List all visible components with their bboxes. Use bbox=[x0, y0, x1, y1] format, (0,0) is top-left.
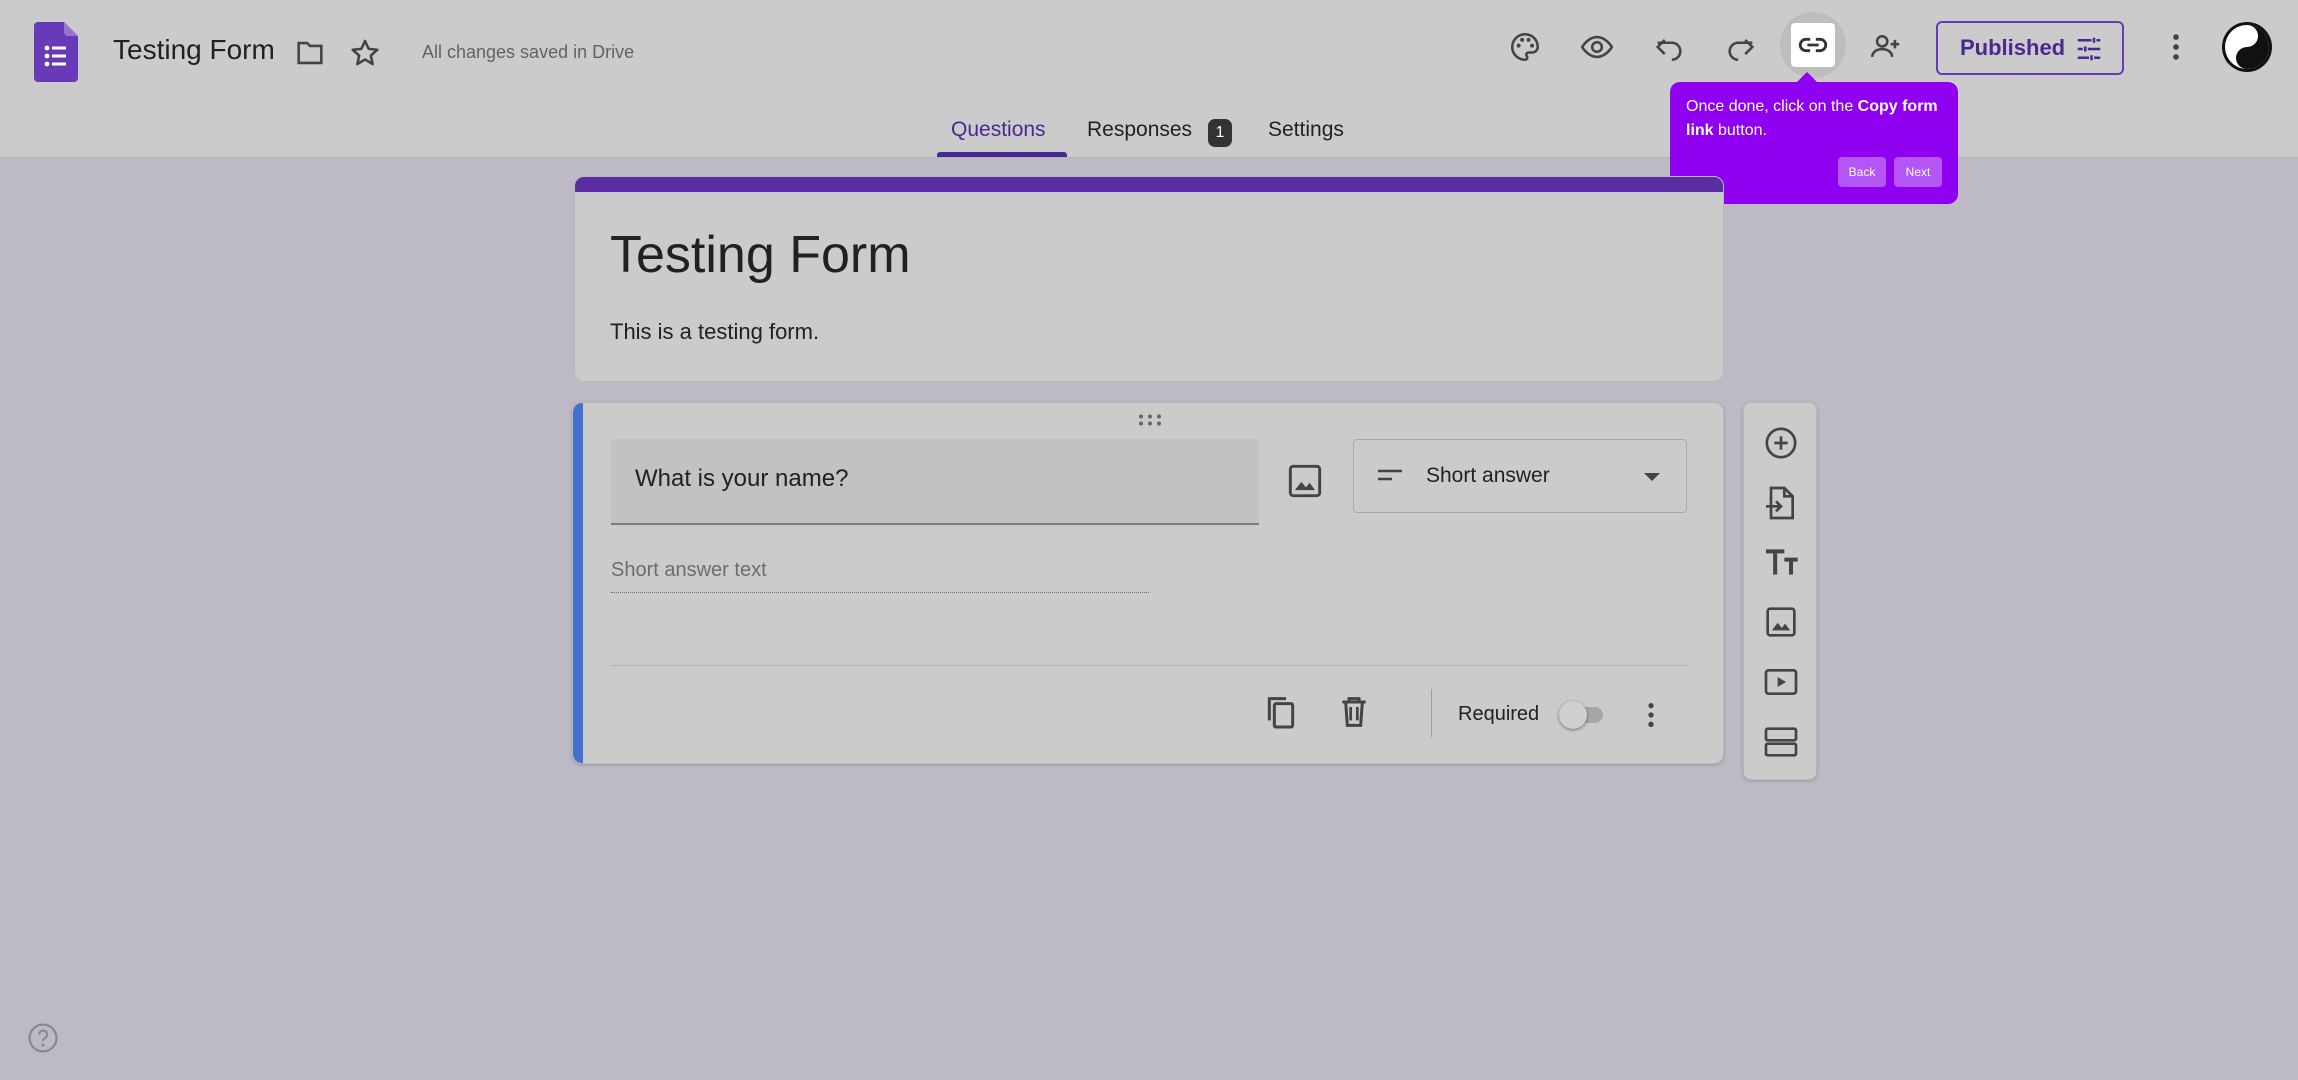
required-toggle-knob[interactable] bbox=[1559, 701, 1587, 729]
redo-icon[interactable] bbox=[1719, 25, 1763, 69]
preview-eye-icon[interactable] bbox=[1575, 25, 1619, 69]
published-button[interactable]: Published bbox=[1936, 21, 2124, 75]
form-accent-bar bbox=[575, 177, 1723, 192]
short-answer-icon bbox=[1376, 465, 1404, 487]
save-status: All changes saved in Drive bbox=[422, 42, 635, 62]
side-toolbar bbox=[1743, 402, 1817, 780]
star-icon[interactable] bbox=[343, 31, 387, 75]
add-title-icon[interactable] bbox=[1761, 543, 1801, 583]
footer-separator bbox=[1431, 689, 1432, 737]
form-title[interactable]: Testing Form bbox=[610, 225, 911, 285]
active-question-indicator bbox=[573, 403, 583, 763]
tooltip-back-button[interactable]: Back bbox=[1838, 157, 1886, 187]
active-tab-indicator bbox=[937, 152, 1067, 157]
add-image-icon[interactable] bbox=[1761, 602, 1801, 642]
answer-underline bbox=[611, 592, 1149, 593]
required-label: Required bbox=[1458, 703, 1540, 725]
tune-icon bbox=[2074, 34, 2104, 64]
question-footer-divider bbox=[611, 665, 1687, 666]
tab-responses[interactable]: Responses bbox=[1087, 118, 1192, 142]
duplicate-icon[interactable] bbox=[1261, 692, 1301, 732]
add-collaborator-icon[interactable] bbox=[1863, 25, 1907, 69]
palette-icon[interactable] bbox=[1503, 25, 1547, 69]
delete-icon[interactable] bbox=[1334, 692, 1374, 732]
tooltip-message: Once done, click on the Copy form link b… bbox=[1686, 98, 1938, 139]
help-icon[interactable] bbox=[26, 1021, 60, 1055]
form-title-card[interactable]: Testing Form This is a testing form. bbox=[574, 176, 1724, 382]
tab-settings[interactable]: Settings bbox=[1268, 118, 1344, 142]
question-more-icon[interactable] bbox=[1635, 699, 1667, 731]
forms-logo-icon[interactable] bbox=[34, 22, 78, 82]
add-image-icon[interactable] bbox=[1283, 459, 1327, 503]
question-card[interactable]: What is your name? Short answer Short an… bbox=[572, 402, 1724, 764]
question-title-input[interactable]: What is your name? bbox=[611, 439, 1259, 525]
add-video-icon[interactable] bbox=[1761, 662, 1801, 702]
form-description[interactable]: This is a testing form. bbox=[610, 319, 819, 345]
tooltip-next-button[interactable]: Next bbox=[1894, 157, 1942, 187]
more-vert-icon[interactable] bbox=[2154, 25, 2198, 69]
avatar[interactable] bbox=[2222, 22, 2272, 72]
question-type-label: Short answer bbox=[1426, 464, 1550, 487]
undo-icon[interactable] bbox=[1647, 25, 1691, 69]
drag-handle-icon[interactable] bbox=[1137, 413, 1163, 427]
question-type-dropdown[interactable]: Short answer bbox=[1353, 439, 1687, 513]
short-answer-placeholder: Short answer text bbox=[611, 559, 767, 581]
tab-questions[interactable]: Questions bbox=[951, 118, 1046, 142]
link-icon[interactable] bbox=[1791, 23, 1835, 67]
chevron-down-icon bbox=[1644, 473, 1660, 481]
responses-count-badge: 1 bbox=[1208, 119, 1232, 147]
add-section-icon[interactable] bbox=[1761, 722, 1801, 762]
import-questions-icon[interactable] bbox=[1761, 483, 1801, 523]
document-title[interactable]: Testing Form bbox=[113, 34, 275, 66]
folder-icon[interactable] bbox=[288, 31, 332, 75]
published-label: Published bbox=[1960, 35, 2066, 60]
add-question-icon[interactable] bbox=[1761, 423, 1801, 463]
